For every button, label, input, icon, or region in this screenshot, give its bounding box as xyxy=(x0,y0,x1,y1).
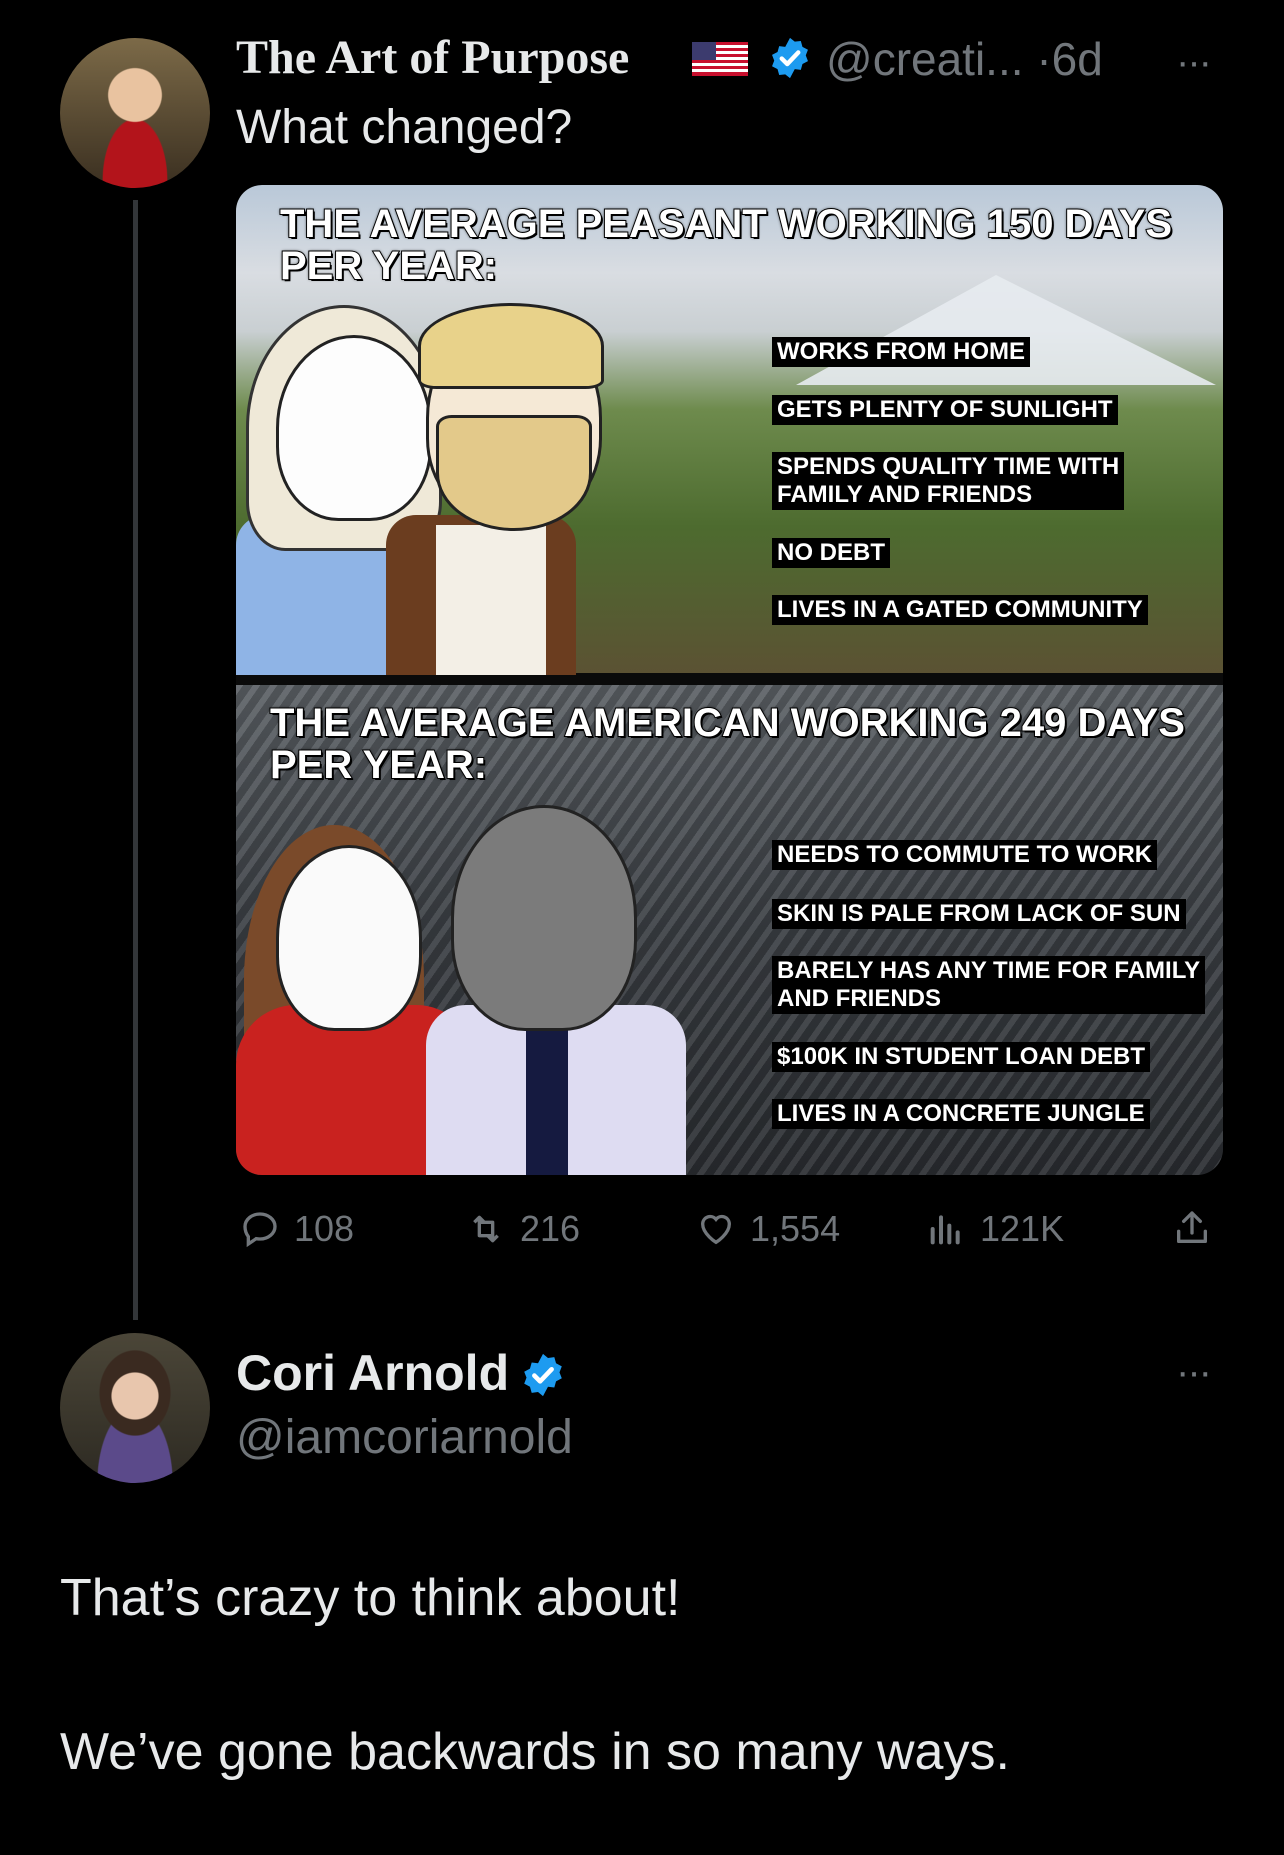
thread-line xyxy=(133,200,138,1320)
author-handle-and-time[interactable]: @creati... ·6d xyxy=(826,32,1103,86)
views-icon xyxy=(930,1215,960,1245)
reply-text-line: We’ve gone backwards in so many ways. xyxy=(60,1723,1010,1781)
meme-label: SPENDS QUALITY TIME WITH FAMILY AND FRIE… xyxy=(772,452,1125,510)
peasant-man-shirt xyxy=(436,525,546,675)
american-man-tie xyxy=(526,1015,568,1175)
reply-author-name[interactable]: Cori Arnold xyxy=(236,1344,509,1402)
mountain-shape xyxy=(796,275,1216,385)
reply-button[interactable]: 108 xyxy=(240,1208,354,1250)
author-avatar[interactable] xyxy=(60,38,210,188)
verified-badge-icon xyxy=(524,1353,562,1397)
peasant-girl-face xyxy=(276,335,432,521)
meme-label: $100K IN STUDENT LOAN DEBT xyxy=(772,1042,1151,1072)
tweet-text: What changed? xyxy=(236,101,573,154)
author-name[interactable]: The Art of Purpose xyxy=(236,30,629,85)
us-flag-icon xyxy=(692,42,748,76)
meme-label: NEEDS TO COMMUTE TO WORK xyxy=(772,840,1158,870)
meme-label: SKIN IS PALE FROM LACK OF SUN xyxy=(772,899,1186,929)
like-icon xyxy=(700,1214,732,1245)
like-button[interactable]: 1,554 xyxy=(696,1208,840,1250)
meme-label: NO DEBT xyxy=(772,538,890,568)
timestamp[interactable]: 6d xyxy=(1052,33,1103,85)
more-icon[interactable]: ··· xyxy=(1176,40,1212,85)
peasant-man-beard xyxy=(436,415,592,531)
retweet-button[interactable]: 216 xyxy=(466,1208,580,1250)
meme-label: LIVES IN A GATED COMMUNITY xyxy=(772,595,1148,625)
tweet-media[interactable]: THE AVERAGE PEASANT WORKING 150 DAYS PER… xyxy=(236,185,1223,1175)
more-icon[interactable]: ··· xyxy=(1176,1350,1212,1395)
reply-author-handle[interactable]: @iamcoriarnold xyxy=(236,1410,573,1465)
meme-label: GETS PLENTY OF SUNLIGHT xyxy=(772,395,1118,425)
author-handle[interactable]: @creati... xyxy=(826,33,1024,85)
view-count: 121K xyxy=(980,1208,1065,1249)
meme-bottom-heading: THE AVERAGE AMERICAN WORKING 249 DAYS PE… xyxy=(269,701,1186,787)
verified-badge-icon xyxy=(772,37,808,79)
meme-top-heading: THE AVERAGE PEASANT WORKING 150 DAYS PER… xyxy=(279,202,1173,288)
reply-icon xyxy=(243,1212,277,1248)
american-woman-face xyxy=(276,845,422,1031)
reply-text-line: That’s crazy to think about! xyxy=(60,1569,681,1627)
views-button[interactable]: 121K xyxy=(926,1208,1064,1250)
like-count: 1,554 xyxy=(750,1208,841,1249)
retweet-icon xyxy=(473,1215,499,1243)
reply-author-avatar[interactable] xyxy=(60,1333,210,1483)
american-man-face xyxy=(451,805,637,1031)
reply-count: 108 xyxy=(294,1208,355,1249)
meme-label: LIVES IN A CONCRETE JUNGLE xyxy=(772,1099,1150,1129)
peasant-man-hair xyxy=(418,303,604,389)
share-button[interactable] xyxy=(1172,1208,1212,1248)
share-icon xyxy=(1177,1211,1207,1243)
meme-label: BARELY HAS ANY TIME FOR FAMILY AND FRIEN… xyxy=(772,956,1206,1014)
retweet-count: 216 xyxy=(520,1208,581,1249)
separator: · xyxy=(1036,33,1052,85)
meme-label: WORKS FROM HOME xyxy=(772,337,1030,367)
